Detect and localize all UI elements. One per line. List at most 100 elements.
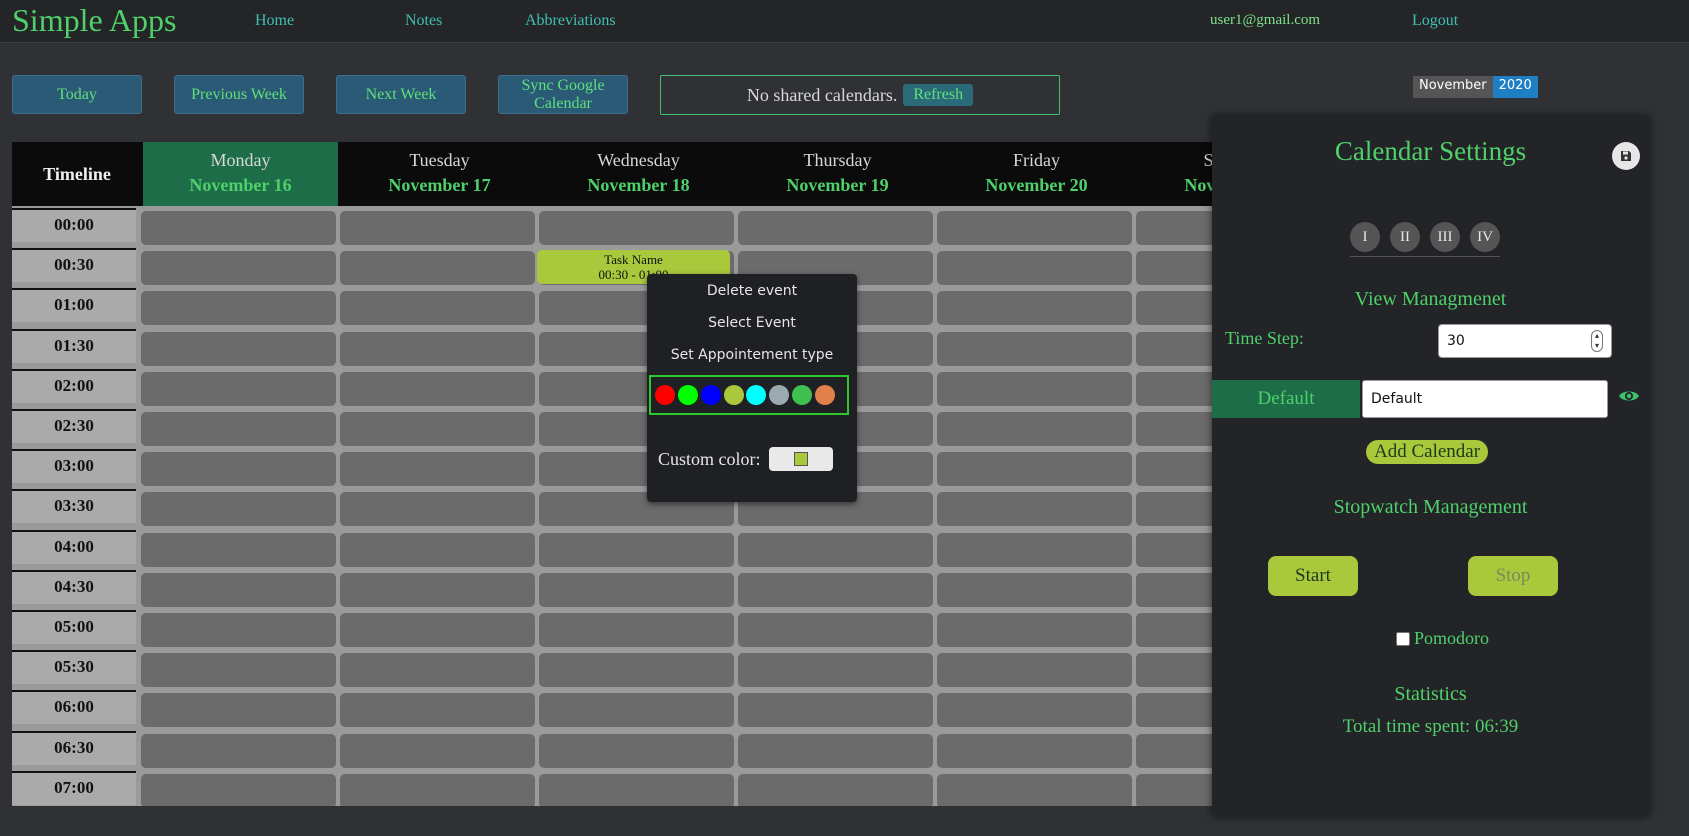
add-calendar-button[interactable]: Add Calendar — [1366, 440, 1489, 464]
time-slot-cell[interactable] — [141, 251, 336, 286]
time-slot-cell[interactable] — [340, 371, 535, 406]
nav-link-abbreviations[interactable]: Abbreviations — [525, 12, 616, 30]
time-slot-cell[interactable] — [141, 773, 336, 806]
time-slot-cell[interactable] — [141, 733, 336, 768]
nav-link-notes[interactable]: Notes — [405, 12, 442, 30]
time-slot-cell[interactable] — [738, 532, 933, 567]
time-slot-cell[interactable] — [539, 572, 734, 607]
color-swatch-3[interactable] — [700, 385, 721, 405]
time-slot-cell[interactable] — [738, 653, 933, 688]
time-slot-cell[interactable] — [1136, 532, 1212, 567]
time-slot-cell[interactable] — [141, 452, 336, 487]
time-slot-cell[interactable] — [539, 613, 734, 647]
day-header-wednesday[interactable]: Wednesday November 18 — [541, 142, 736, 206]
time-slot-cell[interactable] — [539, 211, 734, 245]
time-slot-cell[interactable] — [738, 733, 933, 768]
time-slot-cell[interactable] — [340, 572, 535, 607]
time-slot-cell[interactable] — [937, 532, 1132, 567]
time-slot-cell[interactable] — [1136, 572, 1212, 607]
month-label[interactable]: November — [1413, 76, 1493, 98]
time-slot-cell[interactable] — [1136, 211, 1212, 245]
time-slot-cell[interactable] — [340, 492, 535, 527]
nav-link-home[interactable]: Home — [255, 12, 294, 30]
day-header-saturday[interactable]: Saturday November 21 — [1138, 142, 1212, 206]
time-slot-cell[interactable] — [340, 613, 535, 647]
previous-week-button[interactable]: Previous Week — [174, 75, 304, 114]
time-slot-cell[interactable] — [539, 693, 734, 728]
delete-event-menu-item[interactable]: Delete event — [647, 283, 857, 299]
time-slot-cell[interactable] — [539, 773, 734, 806]
time-slot-cell[interactable] — [937, 733, 1132, 768]
time-slot-cell[interactable] — [937, 452, 1132, 487]
time-slot-cell[interactable] — [141, 492, 336, 527]
day-header-tuesday[interactable]: Tuesday November 17 — [342, 142, 537, 206]
time-slot-cell[interactable] — [738, 572, 933, 607]
time-slot-cell[interactable] — [738, 211, 933, 245]
time-slot-cell[interactable] — [937, 613, 1132, 647]
time-slot-cell[interactable] — [937, 773, 1132, 806]
time-slot-cell[interactable] — [340, 452, 535, 487]
calendar-name-input[interactable]: Default — [1362, 380, 1608, 418]
time-slot-cell[interactable] — [340, 211, 535, 245]
time-slot-cell[interactable] — [937, 371, 1132, 406]
time-slot-cell[interactable] — [937, 492, 1132, 527]
stopwatch-start-button[interactable]: Start — [1268, 556, 1358, 596]
color-swatch-2[interactable] — [677, 385, 698, 405]
time-slot-cell[interactable] — [937, 331, 1132, 366]
time-slot-cell[interactable] — [937, 291, 1132, 326]
view-button-2[interactable]: II — [1390, 222, 1420, 252]
time-slot-cell[interactable] — [141, 532, 336, 567]
year-label[interactable]: 2020 — [1492, 76, 1538, 98]
time-slot-cell[interactable] — [340, 653, 535, 688]
time-slot-cell[interactable] — [340, 733, 535, 768]
calendar-tab-default[interactable]: Default — [1212, 380, 1360, 418]
time-slot-cell[interactable] — [539, 532, 734, 567]
set-appointment-type-menu-item[interactable]: Set Appointement type — [647, 347, 857, 363]
time-slot-cell[interactable] — [141, 371, 336, 406]
day-header-thursday[interactable]: Thursday November 19 — [740, 142, 935, 206]
time-slot-cell[interactable] — [1136, 492, 1212, 527]
time-slot-cell[interactable] — [1136, 371, 1212, 406]
save-icon[interactable] — [1612, 142, 1640, 170]
day-header-friday[interactable]: Friday November 20 — [939, 142, 1134, 206]
time-slot-cell[interactable] — [141, 331, 336, 366]
time-slot-cell[interactable] — [937, 251, 1132, 286]
time-slot-cell[interactable] — [1136, 412, 1212, 446]
time-slot-cell[interactable] — [738, 613, 933, 647]
time-slot-cell[interactable] — [1136, 653, 1212, 688]
time-slot-cell[interactable] — [1136, 733, 1212, 768]
time-slot-cell[interactable] — [738, 693, 933, 728]
time-slot-cell[interactable] — [141, 653, 336, 688]
time-slot-cell[interactable] — [937, 653, 1132, 688]
time-step-stepper[interactable]: ▴ ▾ — [1591, 330, 1603, 352]
time-slot-cell[interactable] — [141, 211, 336, 245]
color-swatch-7[interactable] — [792, 385, 813, 405]
time-slot-cell[interactable] — [340, 693, 535, 728]
sync-google-calendar-button[interactable]: Sync Google Calendar — [498, 75, 628, 114]
color-swatch-4[interactable] — [723, 385, 744, 405]
time-slot-cell[interactable] — [937, 572, 1132, 607]
time-slot-cell[interactable] — [738, 773, 933, 806]
next-week-button[interactable]: Next Week — [336, 75, 466, 114]
pomodoro-checkbox[interactable] — [1396, 631, 1410, 646]
time-slot-cell[interactable] — [340, 291, 535, 326]
view-button-3[interactable]: III — [1430, 222, 1460, 252]
time-slot-cell[interactable] — [1136, 773, 1212, 806]
time-slot-cell[interactable] — [1136, 452, 1212, 487]
month-year-picker[interactable]: November 2020 — [1413, 76, 1538, 98]
time-slot-cell[interactable] — [141, 693, 336, 728]
color-swatch-6[interactable] — [769, 385, 790, 405]
time-slot-cell[interactable] — [937, 412, 1132, 446]
time-slot-cell[interactable] — [539, 733, 734, 768]
stopwatch-stop-button[interactable]: Stop — [1468, 556, 1558, 596]
time-slot-cell[interactable] — [1136, 331, 1212, 366]
eye-icon[interactable] — [1618, 388, 1640, 409]
time-slot-cell[interactable] — [141, 613, 336, 647]
time-slot-cell[interactable] — [340, 412, 535, 446]
logout-link[interactable]: Logout — [1412, 12, 1458, 30]
brand-logo[interactable]: Simple Apps — [12, 2, 176, 39]
refresh-button[interactable]: Refresh — [903, 84, 974, 106]
time-step-input[interactable]: 30 ▴ ▾ — [1438, 324, 1612, 358]
time-slot-cell[interactable] — [1136, 613, 1212, 647]
select-event-menu-item[interactable]: Select Event — [647, 315, 857, 331]
